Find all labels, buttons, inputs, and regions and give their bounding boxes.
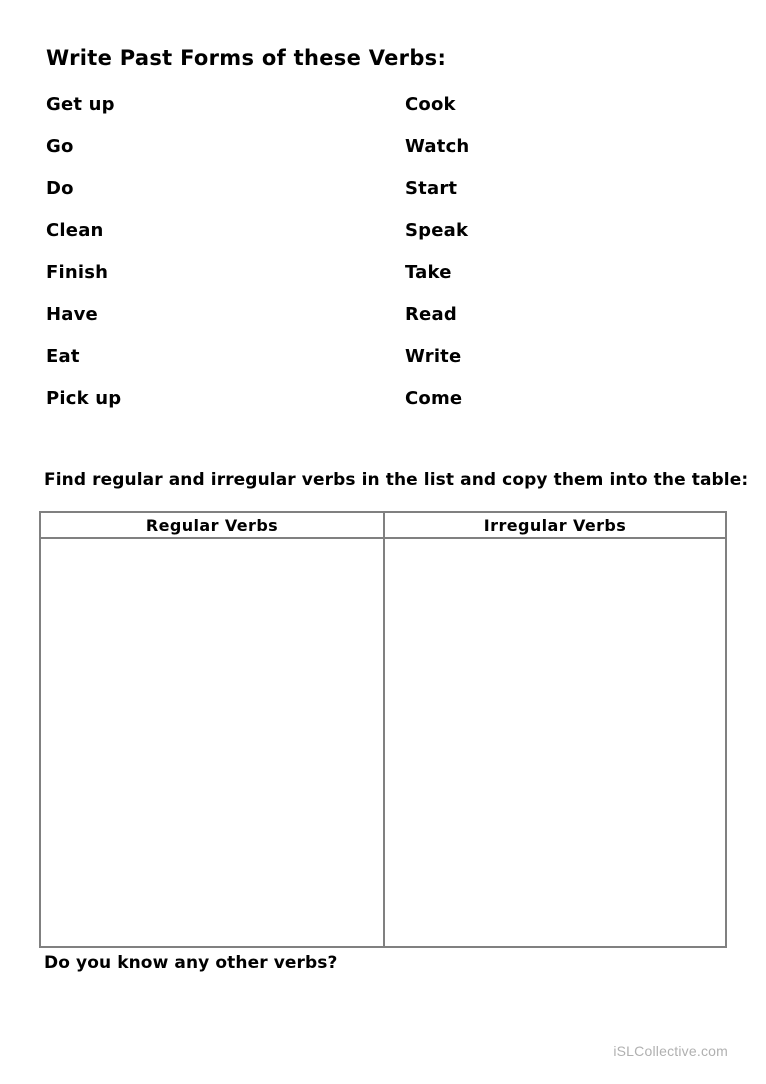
verb-item: Cook	[405, 94, 456, 115]
verb-item: Get up	[46, 94, 115, 115]
verb-item: Have	[46, 304, 98, 325]
worksheet-page: Write Past Forms of these Verbs: Get up …	[0, 0, 766, 1084]
verb-item: Go	[46, 136, 74, 157]
verb-item: Eat	[46, 346, 80, 367]
table-instruction: Find regular and irregular verbs in the …	[44, 470, 749, 490]
verb-item: Come	[405, 388, 463, 409]
table-row	[41, 539, 725, 946]
table-header-irregular: Irregular Verbs	[383, 513, 725, 537]
table-header-row: Regular Verbs Irregular Verbs	[41, 513, 725, 539]
verb-item: Read	[405, 304, 457, 325]
table-header-regular: Regular Verbs	[145, 515, 279, 535]
page-title: Write Past Forms of these Verbs:	[46, 46, 447, 70]
verb-item: Write	[405, 346, 462, 367]
answer-cell-irregular[interactable]	[383, 539, 725, 946]
verb-item: Clean	[46, 220, 104, 241]
verb-item: Watch	[405, 136, 470, 157]
verb-item: Do	[46, 178, 74, 199]
verb-item: Pick up	[46, 388, 122, 409]
footer-question: Do you know any other verbs?	[44, 953, 338, 973]
watermark-label: iSLCollective.com	[613, 1043, 728, 1059]
verbs-table: Regular Verbs Irregular Verbs	[39, 511, 727, 948]
verb-column-left: Get up Go Do Clean Finish Have Eat Pick …	[46, 94, 121, 430]
verb-item: Start	[405, 178, 458, 199]
verb-column-right: Cook Watch Start Speak Take Read Write C…	[405, 94, 469, 430]
verb-item: Finish	[46, 262, 109, 283]
verb-item: Speak	[405, 220, 469, 241]
answer-cell-regular[interactable]	[41, 539, 383, 946]
verb-item: Take	[405, 262, 452, 283]
